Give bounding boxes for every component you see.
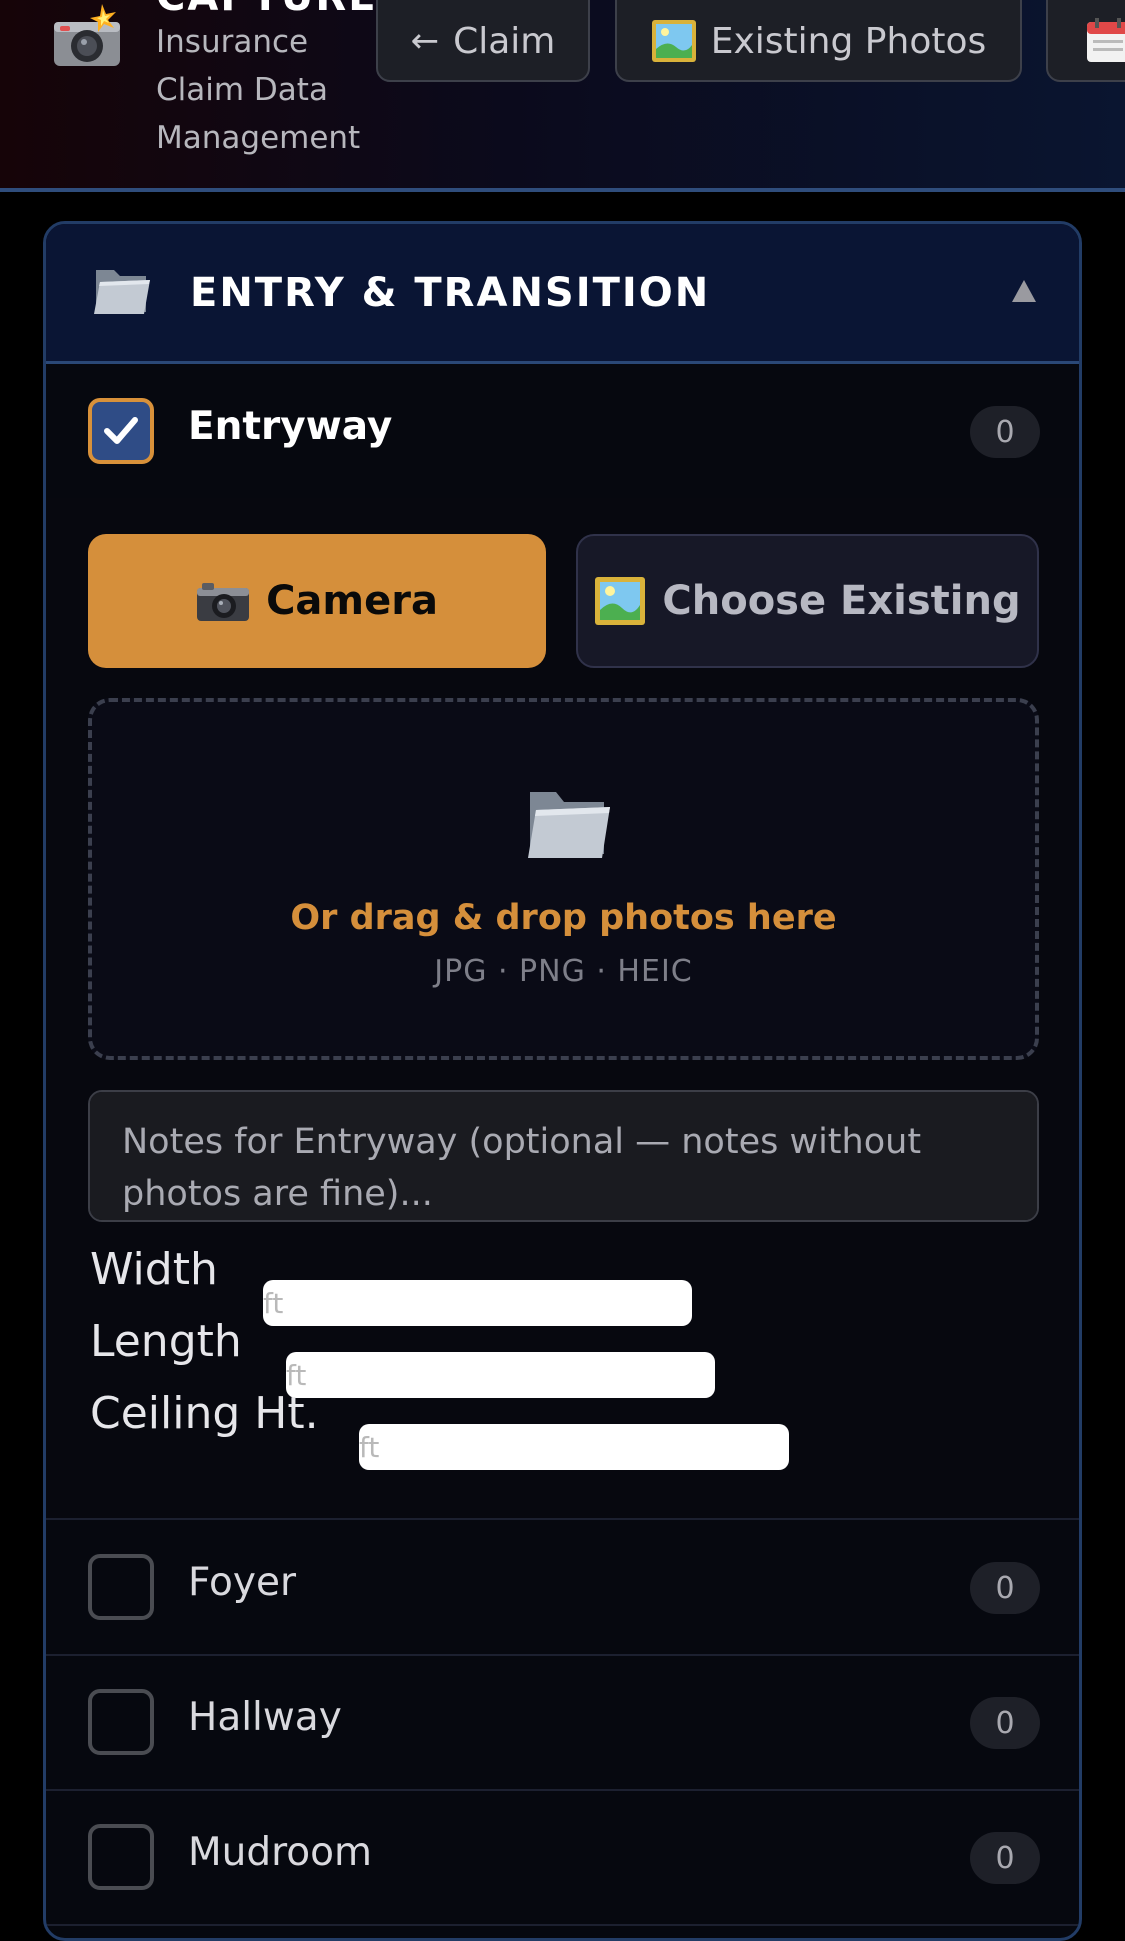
dropzone-instruction: Or drag & drop photos here (290, 898, 837, 938)
photo-count-badge: 0 (970, 406, 1040, 458)
room-label-mudroom: Mudroom (188, 1830, 373, 1875)
width-input[interactable] (263, 1280, 692, 1326)
dropzone-formats: JPG · PNG · HEIC (434, 954, 693, 989)
choose-existing-label: Choose Existing (662, 578, 1021, 624)
photo-count-badge: 0 (970, 1562, 1040, 1614)
room-capture-panel: Camera Choose Existing Or drag & drop ph… (46, 498, 1079, 1520)
room-checkbox-foyer[interactable] (88, 1554, 154, 1620)
room-label-entryway: Entryway (188, 404, 393, 449)
calendar-icon (1087, 18, 1125, 62)
photo-dropzone[interactable]: Or drag & drop photos here JPG · PNG · H… (88, 698, 1039, 1060)
folder-icon (94, 270, 150, 314)
camera-button[interactable]: Camera (88, 534, 546, 668)
arrow-left-icon: ← (410, 21, 440, 61)
room-checkbox-mudroom[interactable] (88, 1824, 154, 1890)
room-checkbox-hallway[interactable] (88, 1689, 154, 1755)
app-subtitle: Insurance Claim Data Management (156, 24, 361, 156)
photo-count-badge: 0 (970, 1697, 1040, 1749)
calendar-nav-button[interactable] (1046, 0, 1125, 82)
folder-icon (528, 792, 610, 858)
room-label-hallway: Hallway (188, 1695, 342, 1740)
picture-icon (651, 20, 696, 62)
collapse-triangle-icon[interactable] (1012, 280, 1036, 302)
app-title: CAPTURE (156, 0, 378, 20)
photo-count-badge: 0 (970, 1832, 1040, 1884)
room-row-entryway[interactable]: Entryway 0 (46, 364, 1079, 500)
back-to-claim-button[interactable]: ← Claim (376, 0, 590, 82)
camera-flash-icon (54, 4, 120, 66)
claim-button-label: Claim (453, 20, 556, 62)
section-title: ENTRY & TRANSITION (190, 270, 711, 316)
app-header: CAPTURE Insurance Claim Data Management … (0, 0, 1125, 192)
camera-icon (197, 583, 250, 621)
room-section-card: ENTRY & TRANSITION Entryway 0 Camera Cho… (43, 221, 1082, 1941)
ceiling-height-label: Ceiling Ht. (90, 1388, 319, 1439)
width-label: Width (90, 1244, 218, 1295)
camera-button-label: Camera (266, 578, 438, 624)
room-notes-input[interactable] (88, 1090, 1039, 1222)
existing-photos-label: Existing Photos (710, 20, 987, 62)
picture-icon (595, 577, 646, 625)
room-checkbox-entryway[interactable] (88, 398, 154, 464)
room-row-foyer[interactable]: Foyer 0 (46, 1520, 1079, 1656)
length-input[interactable] (286, 1352, 715, 1398)
existing-photos-button[interactable]: Existing Photos (615, 0, 1022, 82)
ceiling-height-input[interactable] (359, 1424, 789, 1470)
room-label-foyer: Foyer (188, 1560, 297, 1605)
room-row-hallway[interactable]: Hallway 0 (46, 1655, 1079, 1791)
choose-existing-button[interactable]: Choose Existing (576, 534, 1039, 668)
room-row-mudroom[interactable]: Mudroom 0 (46, 1790, 1079, 1926)
section-header[interactable]: ENTRY & TRANSITION (46, 224, 1079, 364)
length-label: Length (90, 1316, 242, 1367)
checkmark-icon (104, 417, 138, 444)
